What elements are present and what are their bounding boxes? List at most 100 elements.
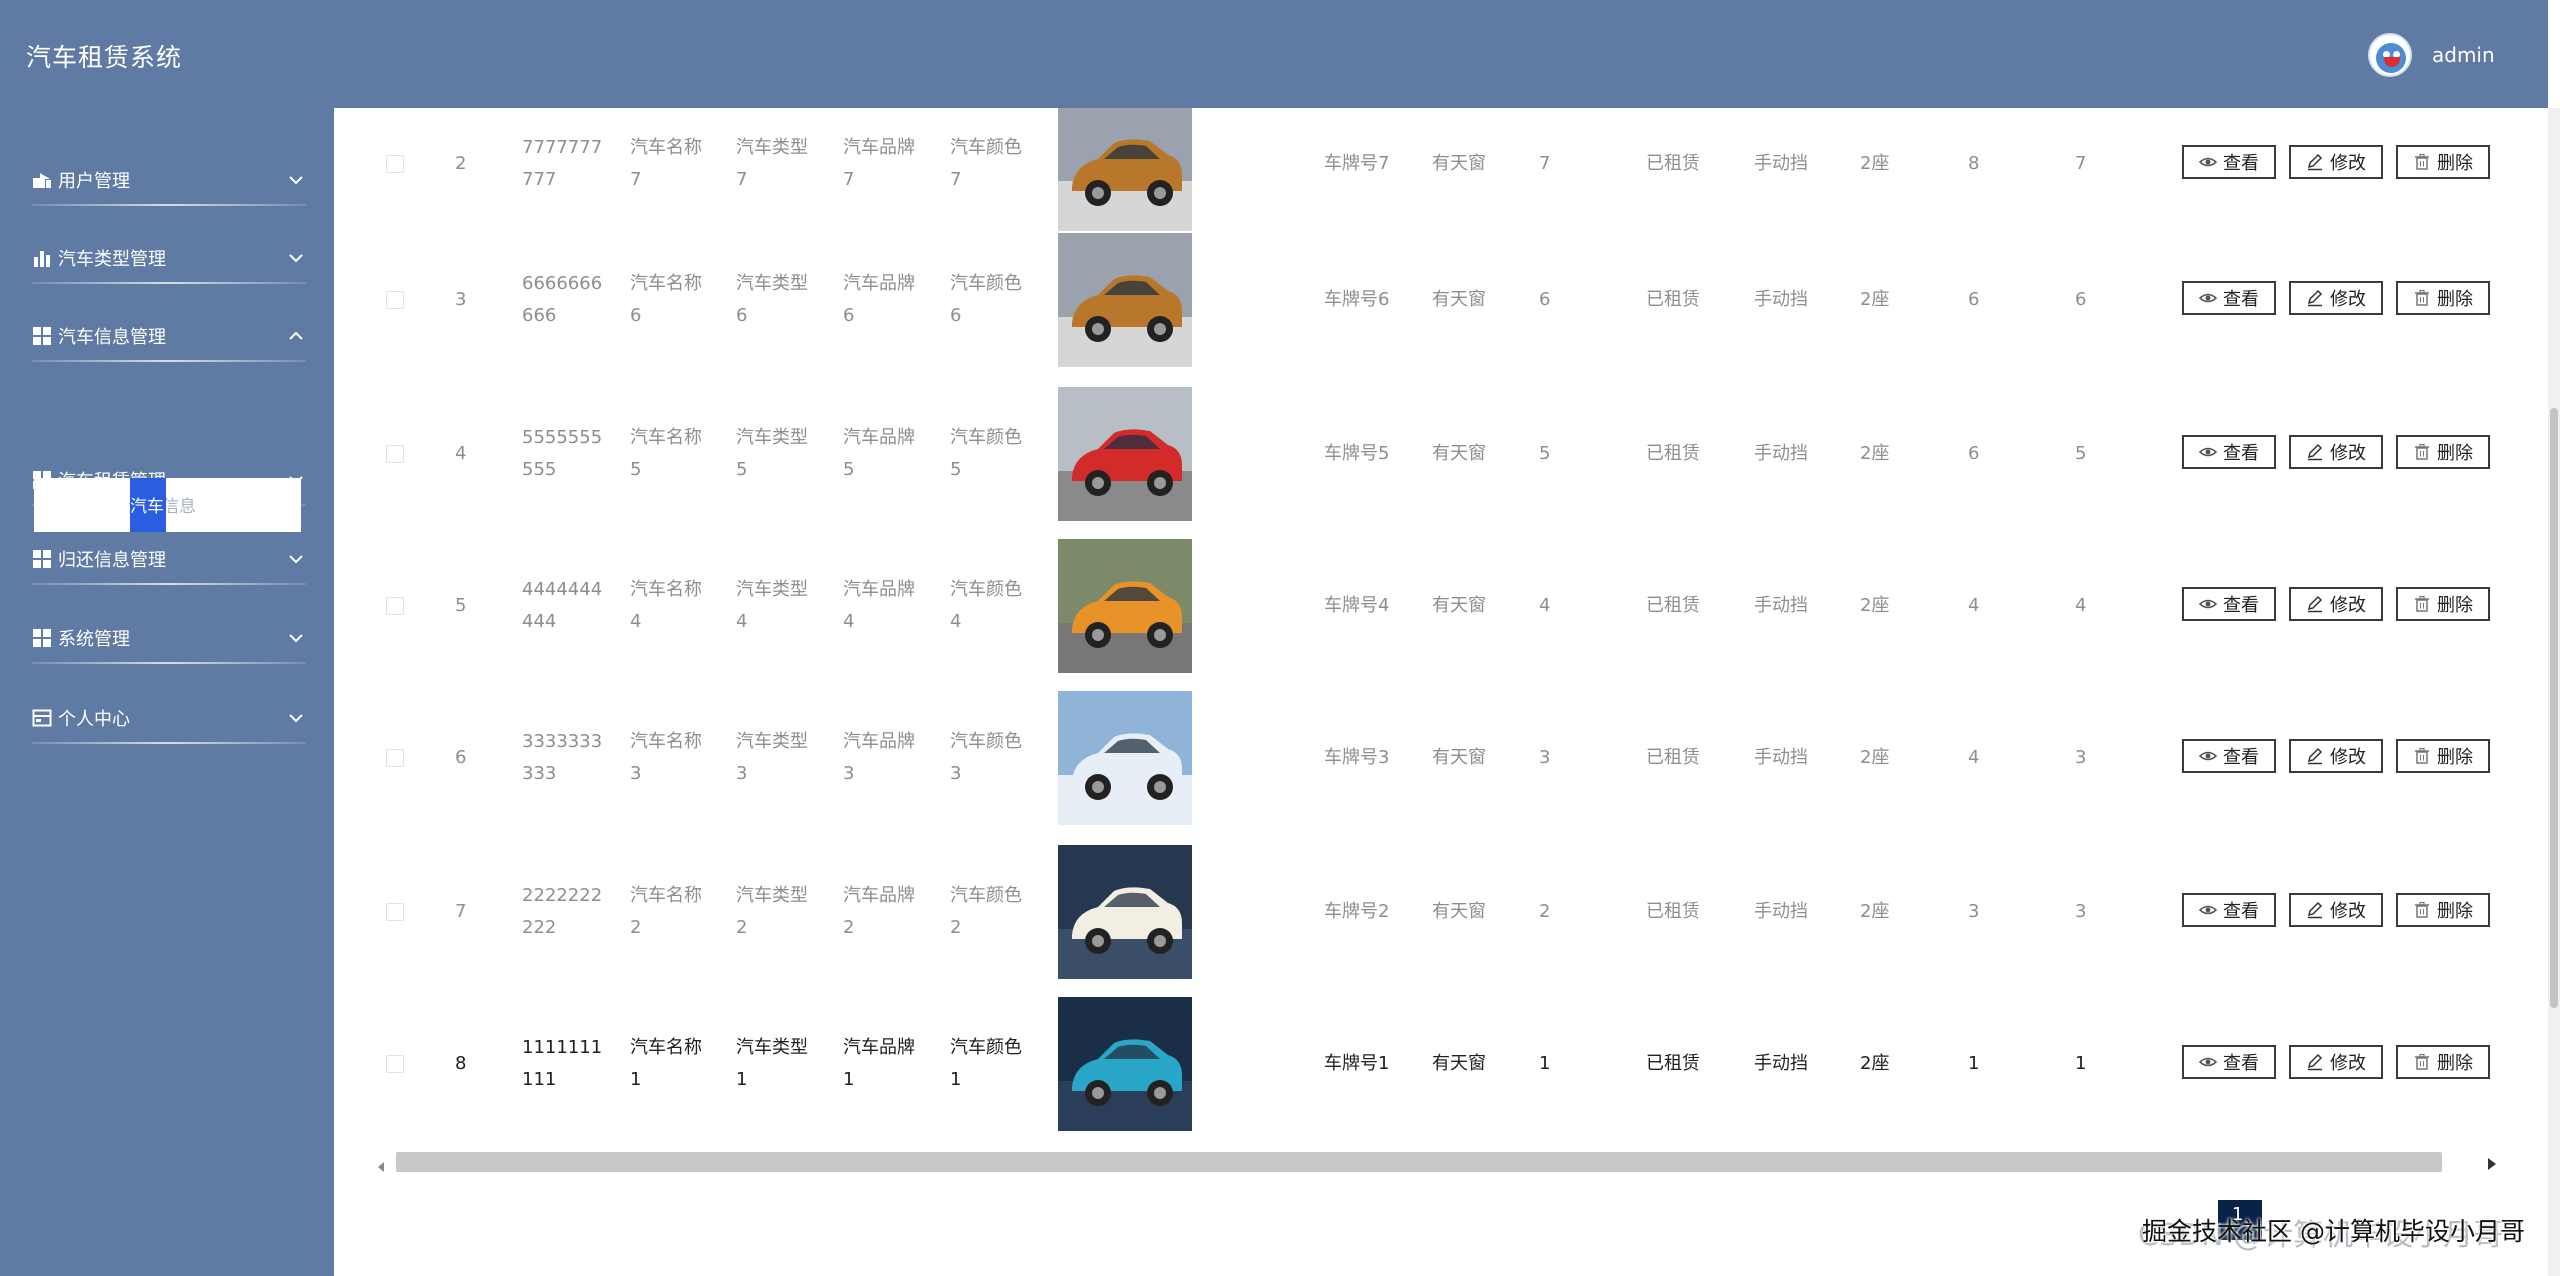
eye-icon: [2199, 1053, 2217, 1071]
row-checkbox[interactable]: [386, 903, 404, 921]
car-color: 汽车颜色 6: [950, 273, 1022, 326]
sidebar-item-1[interactable]: 用户管理: [32, 160, 306, 200]
delete-button[interactable]: 删除: [2396, 281, 2490, 315]
trash-icon: [2413, 153, 2431, 171]
delete-button[interactable]: 删除: [2396, 587, 2490, 621]
gearbox: 手动挡: [1754, 747, 1808, 768]
card-icon: [32, 708, 52, 728]
view-button[interactable]: 查看: [2182, 739, 2276, 773]
edit-button[interactable]: 修改: [2289, 435, 2383, 469]
car-name: 汽车名称 3: [630, 731, 702, 784]
table-row[interactable]: 2 7777777 777 汽车名称 7 汽车类型 7 汽车品牌 7 汽车颜色 7 车牌号7 有天窗 7…: [334, 108, 2548, 260]
car-name: 汽车名称 7: [630, 137, 702, 190]
row-checkbox[interactable]: [386, 445, 404, 463]
avatar[interactable]: [2368, 33, 2412, 77]
sidebar-item-2[interactable]: 汽车类型管理: [32, 238, 306, 278]
table-row[interactable]: 8 1111111 111 汽车名称 1 汽车类型 1 汽车品牌 1 汽车颜色 1 车牌号1 有天窗 1…: [334, 997, 2548, 1160]
sunroof: 有天窗: [1432, 901, 1486, 922]
row-checkbox[interactable]: [386, 1055, 404, 1073]
seats: 2座: [1860, 153, 1890, 174]
view-button[interactable]: 查看: [2182, 281, 2276, 315]
car-color: 汽车颜色 2: [950, 885, 1022, 938]
table-row[interactable]: 3 6666666 666 汽车名称 6 汽车类型 6 汽车品牌 6 汽车颜色 6 车牌号6 有天窗 6…: [334, 233, 2548, 396]
edit-button[interactable]: 修改: [2289, 587, 2383, 621]
car-color: 汽车颜色 7: [950, 137, 1022, 190]
submenu-item-car-info[interactable]: 汽车信息 汽车: [34, 478, 301, 532]
car-code: 3333333 333: [522, 731, 603, 784]
rental-status: 已租赁: [1646, 747, 1700, 768]
sunroof: 有天窗: [1432, 747, 1486, 768]
app-title: 汽车租赁系统: [26, 43, 183, 72]
sidebar-item-6[interactable]: 系统管理: [32, 618, 306, 658]
plate-number: 车牌号1: [1324, 1053, 1390, 1074]
row-checkbox[interactable]: [386, 749, 404, 767]
view-button[interactable]: 查看: [2182, 587, 2276, 621]
plate-number: 车牌号4: [1324, 595, 1390, 616]
value-col-2: 4: [1968, 595, 1980, 616]
gearbox: 手动挡: [1754, 901, 1808, 922]
sidebar-item-3[interactable]: 汽车信息管理: [32, 316, 306, 356]
delete-button[interactable]: 删除: [2396, 145, 2490, 179]
grid-icon: [32, 628, 52, 648]
table-row[interactable]: 6 3333333 333 汽车名称 3 汽车类型 3 汽车品牌 3 汽车颜色 3 车牌号3 有天窗 3…: [334, 691, 2548, 854]
edit-button[interactable]: 修改: [2289, 145, 2383, 179]
car-image[interactable]: [1058, 691, 1192, 825]
edit-button[interactable]: 修改: [2289, 739, 2383, 773]
chevron-down-icon: [286, 248, 306, 268]
value-col-3: 5: [2075, 443, 2087, 464]
view-button[interactable]: 查看: [2182, 145, 2276, 179]
delete-button[interactable]: 删除: [2396, 1045, 2490, 1079]
row-index: 2: [455, 153, 467, 174]
edit-button[interactable]: 修改: [2289, 893, 2383, 927]
view-button[interactable]: 查看: [2182, 893, 2276, 927]
sidebar-item-label: 汽车信息管理: [58, 327, 166, 348]
row-index: 6: [455, 747, 467, 768]
edit-button[interactable]: 修改: [2289, 281, 2383, 315]
chevron-up-icon: [286, 326, 306, 346]
car-image[interactable]: [1058, 539, 1192, 673]
scroll-left-arrow[interactable]: [376, 1158, 386, 1172]
sidebar-item-label: 个人中心: [58, 709, 130, 730]
car-image[interactable]: [1058, 997, 1192, 1131]
vertical-scrollbar-thumb[interactable]: [2550, 408, 2558, 1008]
delete-button[interactable]: 删除: [2396, 435, 2490, 469]
delete-button[interactable]: 删除: [2396, 739, 2490, 773]
view-button[interactable]: 查看: [2182, 435, 2276, 469]
menu-separator: [32, 583, 306, 585]
username[interactable]: admin: [2432, 43, 2495, 67]
edit-button[interactable]: 修改: [2289, 1045, 2383, 1079]
car-image[interactable]: [1058, 108, 1192, 231]
seats: 2座: [1860, 289, 1890, 310]
edit-icon: [2306, 901, 2324, 919]
value-col-3: 4: [2075, 595, 2087, 616]
car-color: 汽车颜色 3: [950, 731, 1022, 784]
user-menu[interactable]: admin: [2368, 32, 2495, 78]
value-col-2: 4: [1968, 747, 1980, 768]
row-checkbox[interactable]: [386, 291, 404, 309]
rental-status: 已租赁: [1646, 443, 1700, 464]
menu-separator: [32, 742, 306, 744]
chevron-down-icon: [286, 628, 306, 648]
scroll-right-arrow[interactable]: [2486, 1156, 2498, 1170]
car-image[interactable]: [1058, 387, 1192, 521]
car-type: 汽车类型 2: [736, 885, 808, 938]
table-row[interactable]: 7 2222222 222 汽车名称 2 汽车类型 2 汽车品牌 2 汽车颜色 2 车牌号2 有天窗 2…: [334, 845, 2548, 1008]
car-image[interactable]: [1058, 845, 1192, 979]
car-color: 汽车颜色 5: [950, 427, 1022, 480]
row-checkbox[interactable]: [386, 597, 404, 615]
row-checkbox[interactable]: [386, 155, 404, 173]
edit-icon: [2306, 289, 2324, 307]
delete-button[interactable]: 删除: [2396, 893, 2490, 927]
table-row[interactable]: 4 5555555 555 汽车名称 5 汽车类型 5 汽车品牌 5 汽车颜色 5 车牌号5 有天窗 5…: [334, 387, 2548, 550]
plate-number: 车牌号6: [1324, 289, 1390, 310]
row-index: 8: [455, 1053, 467, 1074]
horizontal-scrollbar[interactable]: [396, 1152, 2442, 1172]
sidebar-item-5[interactable]: 归还信息管理: [32, 539, 306, 579]
sidebar-item-7[interactable]: 个人中心: [32, 698, 306, 738]
table-row[interactable]: 5 4444444 444 汽车名称 4 汽车类型 4 汽车品牌 4 汽车颜色 4 车牌号4 有天窗 4…: [334, 539, 2548, 702]
car-name: 汽车名称 1: [630, 1037, 702, 1090]
car-image[interactable]: [1058, 233, 1192, 367]
rental-status: 已租赁: [1646, 1053, 1700, 1074]
car-code: 5555555 555: [522, 427, 603, 480]
view-button[interactable]: 查看: [2182, 1045, 2276, 1079]
